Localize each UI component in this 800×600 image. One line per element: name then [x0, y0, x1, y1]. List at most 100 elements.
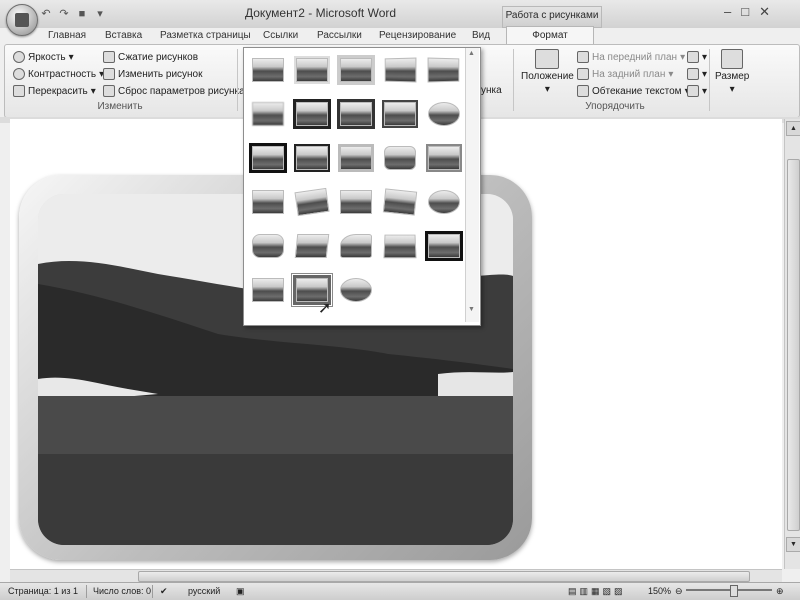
- redo-icon[interactable]: ↷: [58, 8, 70, 20]
- picture-style-option[interactable]: [428, 146, 460, 170]
- picture-style-option[interactable]: [428, 102, 460, 126]
- picture-style-preview: [340, 146, 372, 170]
- gallery-scroll-down-icon[interactable]: ▼: [468, 306, 475, 313]
- minimize-icon[interactable]: –: [724, 4, 731, 20]
- page-indicator[interactable]: Страница: 1 из 1: [8, 585, 78, 598]
- save-icon[interactable]: ■: [76, 8, 88, 20]
- contrast-label: Контрастность: [28, 68, 97, 80]
- tab-home[interactable]: Главная: [48, 28, 86, 44]
- tab-mailings[interactable]: Рассылки: [317, 28, 362, 44]
- text-wrap-button[interactable]: Обтекание текстом ▾: [577, 85, 690, 97]
- picture-style-option[interactable]: [252, 102, 284, 126]
- picture-style-option[interactable]: [252, 278, 284, 302]
- picture-style-option[interactable]: [252, 58, 284, 82]
- tab-references[interactable]: Ссылки: [263, 28, 298, 44]
- change-picture-button[interactable]: Изменить рисунок: [103, 68, 203, 80]
- picture-styles-gallery[interactable]: [243, 47, 481, 326]
- view-buttons[interactable]: ▤▥▦▧▨: [568, 585, 626, 598]
- status-bar: Страница: 1 из 1 Число слов: 0 ✔ русский…: [0, 582, 800, 600]
- compress-pictures-button[interactable]: Сжатие рисунков: [103, 51, 198, 63]
- picture-style-option[interactable]: [340, 278, 372, 302]
- size-button[interactable]: Размер ▾: [715, 49, 749, 95]
- position-button[interactable]: Положение ▾: [521, 49, 574, 95]
- recolor-label: Перекрасить: [28, 85, 88, 97]
- change-picture-icon: [103, 68, 115, 80]
- picture-style-option[interactable]: [384, 57, 417, 83]
- brightness-button[interactable]: Яркость ▾: [13, 51, 74, 63]
- window-title: Документ2 - Microsoft Word: [245, 6, 397, 20]
- zoom-level[interactable]: 150%: [648, 585, 671, 598]
- picture-style-option[interactable]: [340, 234, 372, 258]
- office-logo-icon: [15, 13, 29, 27]
- picture-style-preview: [427, 57, 460, 83]
- language-indicator[interactable]: русский: [188, 585, 220, 598]
- horizontal-scrollbar[interactable]: [10, 569, 782, 582]
- window-controls: – □ ✕: [724, 4, 770, 20]
- picture-style-option[interactable]: [384, 102, 416, 126]
- send-back-icon: [577, 68, 589, 80]
- reset-picture-button[interactable]: Сброс параметров рисунка: [103, 85, 245, 97]
- picture-style-option[interactable]: [294, 234, 330, 258]
- picture-style-option[interactable]: [340, 146, 372, 170]
- vertical-scroll-thumb[interactable]: [787, 159, 800, 531]
- picture-style-option[interactable]: [427, 57, 460, 83]
- align-button[interactable]: ▾: [687, 51, 707, 63]
- vertical-scrollbar[interactable]: ▲ ▼: [784, 119, 800, 569]
- scroll-down-icon[interactable]: ▼: [786, 537, 800, 552]
- customize-icon[interactable]: ▾: [94, 8, 106, 20]
- tab-format[interactable]: Формат: [506, 26, 594, 45]
- gallery-scrollbar[interactable]: ▲ ▼: [465, 48, 479, 322]
- scroll-up-icon[interactable]: ▲: [786, 121, 800, 136]
- bring-to-front-button[interactable]: На передний план ▾: [577, 51, 685, 63]
- picture-style-preview: [252, 234, 284, 258]
- tab-view[interactable]: Вид: [472, 28, 490, 44]
- zoom-out-icon[interactable]: ⊖: [675, 585, 683, 598]
- position-icon: [535, 49, 560, 69]
- picture-style-option[interactable]: [384, 146, 416, 170]
- undo-icon[interactable]: ↶: [40, 8, 52, 20]
- partial-label: унка: [481, 85, 502, 96]
- rotate-button[interactable]: ▾: [687, 85, 707, 97]
- zoom-in-icon[interactable]: ⊕: [776, 585, 784, 598]
- picture-style-preview: [252, 146, 284, 170]
- maximize-icon[interactable]: □: [741, 4, 749, 20]
- macro-icon[interactable]: ▣: [236, 585, 245, 598]
- proofing-icon[interactable]: ✔: [160, 585, 168, 598]
- picture-style-option[interactable]: [296, 102, 328, 126]
- picture-style-preview: [294, 187, 330, 217]
- close-icon[interactable]: ✕: [759, 4, 770, 20]
- picture-style-option[interactable]: [340, 58, 372, 82]
- picture-style-option[interactable]: [252, 146, 284, 170]
- size-label: Размер: [715, 71, 750, 82]
- picture-style-option[interactable]: [428, 190, 460, 214]
- picture-style-preview: [296, 58, 328, 82]
- group-separator: [237, 49, 238, 111]
- picture-style-option[interactable]: [252, 234, 284, 258]
- tab-insert[interactable]: Вставка: [105, 28, 142, 44]
- tab-review[interactable]: Рецензирование: [379, 28, 456, 44]
- gallery-scroll-up-icon[interactable]: ▲: [468, 50, 475, 57]
- send-to-back-button[interactable]: На задний план ▾: [577, 68, 673, 80]
- chevron-down-icon: ▾: [544, 84, 550, 95]
- picture-style-option[interactable]: [296, 146, 328, 170]
- zoom-slider-thumb[interactable]: [730, 585, 738, 597]
- picture-style-option[interactable]: [428, 234, 460, 258]
- picture-style-option[interactable]: [382, 188, 418, 216]
- office-button[interactable]: [6, 4, 38, 36]
- zoom-slider[interactable]: [686, 589, 772, 591]
- picture-style-option[interactable]: [294, 187, 330, 217]
- picture-style-option[interactable]: [340, 102, 372, 126]
- contrast-button[interactable]: Контрастность ▾: [13, 68, 104, 80]
- picture-style-option[interactable]: [252, 190, 284, 214]
- picture-style-preview: [382, 188, 418, 216]
- recolor-button[interactable]: Перекрасить ▾: [13, 85, 96, 97]
- status-separator: [86, 585, 87, 598]
- horizontal-scroll-thumb[interactable]: [138, 571, 750, 582]
- tab-page-layout[interactable]: Разметка страницы: [160, 28, 251, 44]
- picture-style-option[interactable]: [296, 58, 328, 82]
- group-objects-button[interactable]: ▾: [687, 68, 707, 80]
- picture-styles-partial-label: унка: [481, 85, 502, 96]
- word-count[interactable]: Число слов: 0: [93, 585, 151, 598]
- picture-style-option[interactable]: [383, 234, 417, 259]
- picture-style-option[interactable]: [340, 190, 372, 214]
